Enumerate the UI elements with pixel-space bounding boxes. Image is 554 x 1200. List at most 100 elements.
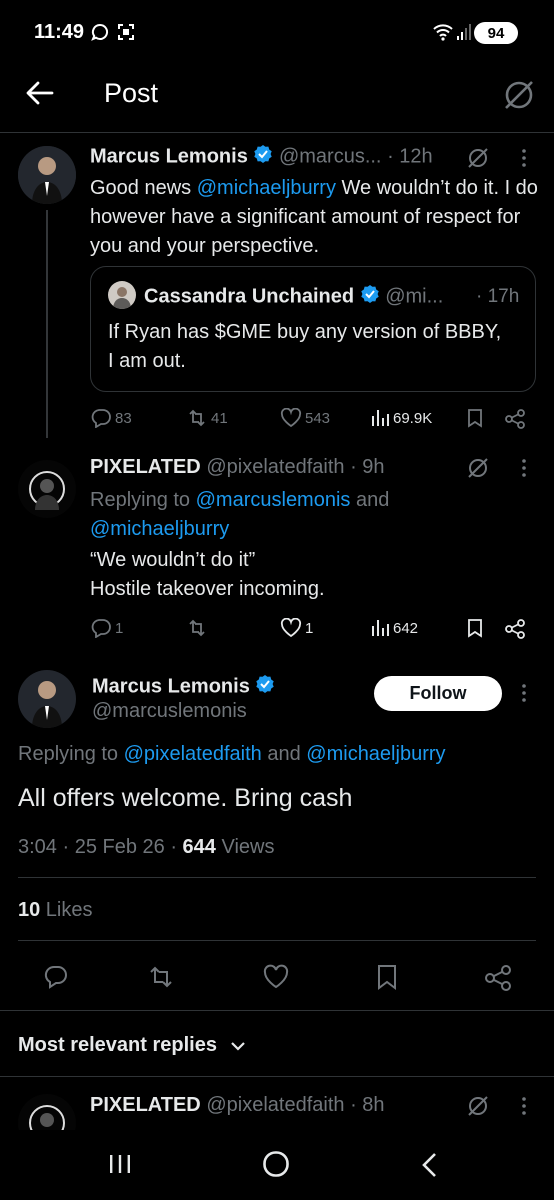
tweet-text: “We wouldn’t do it” Hostile takeover inc… [90, 546, 325, 604]
share-icon[interactable] [484, 964, 512, 997]
status-time: 11:49 [34, 21, 85, 43]
more-options-icon[interactable] [520, 458, 528, 483]
heart-icon[interactable] [262, 964, 290, 995]
grok-icon[interactable] [466, 1094, 490, 1123]
actions-divider [0, 1010, 554, 1011]
mention-link[interactable]: @michaeljburry [197, 177, 336, 199]
main-author: Marcus Lemonis [92, 674, 275, 700]
mention-link[interactable]: @michaeljburry [90, 518, 229, 540]
views-count: 644 [182, 836, 216, 858]
verified-badge-icon [253, 144, 273, 170]
like-count: 1 [305, 619, 314, 637]
back-icon[interactable] [420, 1152, 440, 1183]
avatar[interactable] [18, 460, 76, 518]
repost-icon[interactable] [147, 964, 175, 995]
reply-icon[interactable] [43, 964, 69, 995]
views-button[interactable]: 69.9K [370, 408, 432, 428]
likes-summary[interactable]: 10 Likes [18, 899, 93, 922]
bookmark-icon[interactable] [376, 963, 398, 996]
author-name[interactable]: PIXELATED [90, 456, 201, 478]
meta-divider [18, 877, 536, 878]
avatar[interactable] [18, 146, 76, 204]
view-count: 69.9K [393, 409, 433, 427]
views-button[interactable]: 642 [370, 618, 418, 638]
author-name[interactable]: Marcus Lemonis [92, 675, 250, 697]
screenshot-icon [116, 22, 136, 47]
mention-link[interactable]: @marcuslemonis [196, 489, 351, 511]
post-time: · 9h [350, 456, 385, 478]
avatar[interactable] [18, 670, 76, 728]
author-handle[interactable]: @marcuslemonis [92, 700, 247, 723]
tweet-text-line: “We wouldn’t do it” [90, 549, 256, 571]
share-icon[interactable] [504, 408, 526, 435]
reply-button[interactable]: 1 [90, 618, 123, 638]
reply-icon [91, 409, 111, 428]
views-label: Views [215, 836, 275, 858]
author-handle[interactable]: @pixelatedfaith [206, 456, 344, 478]
replying-and: and [261, 743, 307, 765]
replying-to: Replying to @marcuslemonis and @michaeljb… [90, 486, 530, 544]
section-divider [0, 1076, 554, 1077]
post-meta: 3:04 · 25 Feb 26 · 644 Views [18, 836, 274, 859]
chevron-down-icon [230, 1041, 245, 1051]
wifi-icon [432, 22, 454, 47]
more-options-icon[interactable] [520, 1096, 528, 1121]
bar-chart-icon [372, 410, 389, 426]
author-name[interactable]: PIXELATED [90, 1094, 201, 1116]
home-icon[interactable] [262, 1150, 290, 1183]
repost-button[interactable] [186, 618, 211, 638]
author-handle[interactable]: @pixelatedfaith [206, 1094, 344, 1116]
more-options-icon[interactable] [520, 683, 528, 708]
bookmark-icon[interactable] [466, 408, 484, 433]
tweet-text-part: Good news [90, 177, 197, 199]
recent-apps-icon[interactable] [108, 1152, 132, 1181]
replying-to: Replying to @pixelatedfaith and @michael… [18, 743, 446, 766]
reply-header: PIXELATED @pixelatedfaith · 8h [90, 1094, 385, 1117]
quote-author-name: Cassandra Unchained [144, 285, 355, 308]
tweet-header: Marcus Lemonis @marcus... · 12h [90, 144, 433, 170]
reply-count: 1 [115, 619, 124, 637]
like-button[interactable]: 543 [280, 408, 330, 428]
author-name[interactable]: Marcus Lemonis [90, 145, 248, 167]
grok-icon[interactable] [466, 456, 490, 485]
reply-button[interactable]: 83 [90, 408, 132, 428]
status-bar: 11:49 94 [0, 0, 554, 60]
tweet-text: Good news @michaeljburry We wouldn’t do … [90, 174, 538, 261]
author-handle[interactable]: @marcus... [279, 145, 382, 167]
main-post-text: All offers welcome. Bring cash [18, 784, 353, 812]
reply-sort-label: Most relevant replies [18, 1034, 217, 1056]
battery-indicator: 94 [474, 22, 518, 44]
grok-icon[interactable] [502, 78, 536, 117]
more-options-icon[interactable] [520, 148, 528, 173]
replying-label: Replying to [18, 743, 124, 765]
view-count: 642 [393, 619, 419, 637]
post-timestamp: 3:04 · 25 Feb 26 · [18, 836, 183, 858]
heart-icon [280, 618, 302, 638]
battery-level: 94 [487, 24, 505, 42]
bookmark-icon[interactable] [466, 618, 484, 643]
replying-and: and [350, 489, 390, 511]
quote-text: If Ryan has $GME buy any version of BBBY… [108, 321, 502, 372]
back-arrow-icon[interactable] [26, 80, 54, 111]
follow-button[interactable]: Follow [374, 676, 502, 711]
likes-count: 10 [18, 899, 41, 921]
mention-link[interactable]: @michaeljburry [306, 743, 445, 765]
post-time: · 8h [350, 1094, 385, 1116]
heart-icon [280, 408, 302, 428]
repost-button[interactable]: 41 [186, 408, 228, 428]
like-button[interactable]: 1 [280, 618, 313, 638]
repost-icon [189, 619, 205, 637]
replying-label: Replying to [90, 489, 196, 511]
bar-chart-icon [372, 620, 389, 636]
mention-link[interactable]: @pixelatedfaith [124, 743, 262, 765]
signal-icon [456, 22, 472, 47]
grok-icon[interactable] [466, 146, 490, 175]
reply-sort-dropdown[interactable]: Most relevant replies [18, 1034, 247, 1057]
tweet-text-line: Hostile takeover incoming. [90, 578, 325, 600]
tweet-header: PIXELATED @pixelatedfaith · 9h [90, 456, 385, 479]
share-icon[interactable] [504, 618, 526, 645]
chat-bubble-icon [90, 22, 110, 47]
quote-avatar [108, 281, 136, 309]
quote-time: · 17h [476, 286, 520, 307]
like-count: 543 [305, 409, 331, 427]
